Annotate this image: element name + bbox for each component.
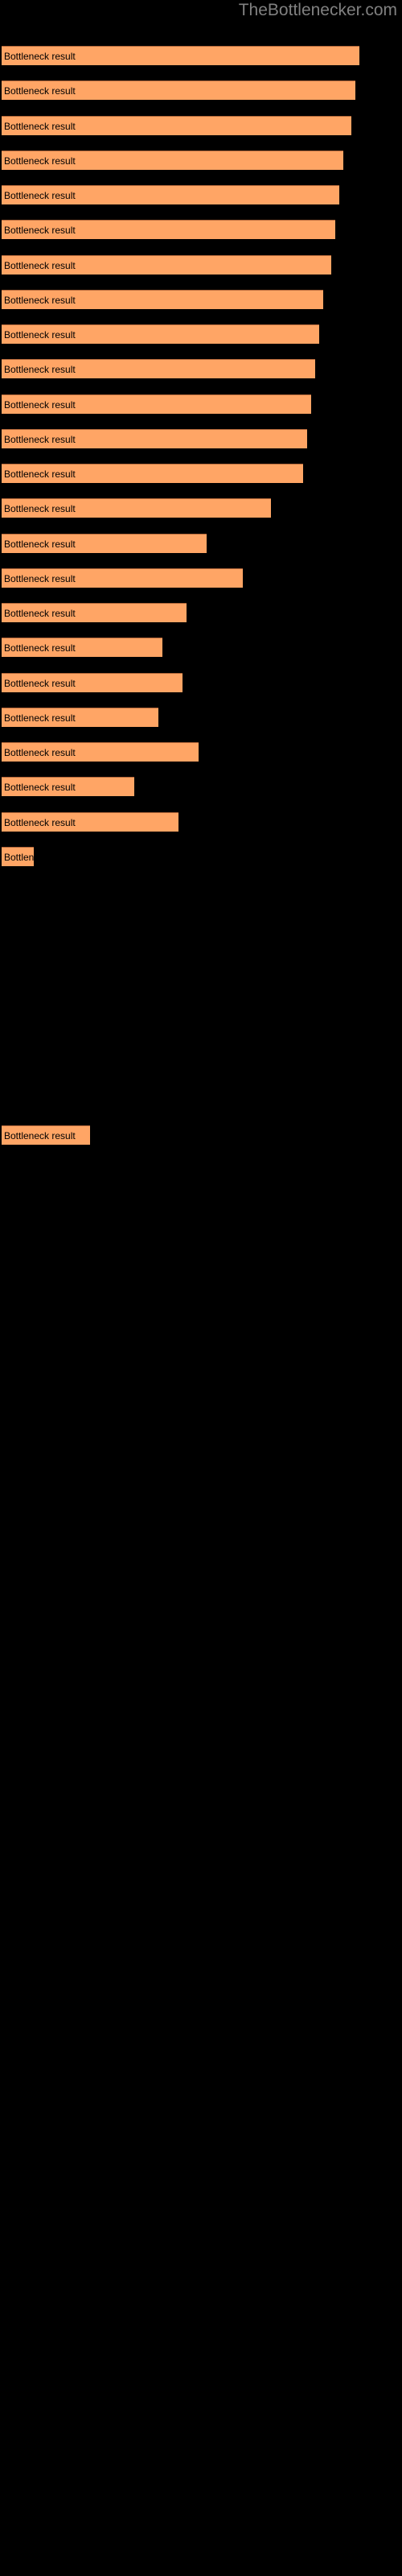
bar: Bottleneck result — [2, 290, 323, 309]
bar-label: Bottleneck result — [4, 433, 76, 445]
bar-label: Bottleneck result — [4, 712, 76, 724]
bar-label: Bottleneck result — [4, 607, 76, 619]
bars-layer: Bottleneck result Bottleneck result Bottle… — [0, 0, 402, 2576]
bar: Bottleneck result — [2, 151, 343, 170]
bar: Bottleneck result — [2, 708, 158, 727]
bar: Bottleneck result — [2, 568, 243, 588]
bar-label: Bottleneck result — [4, 120, 76, 132]
bar: Bottleneck result — [2, 429, 307, 448]
bar-label: Bottleneck result — [4, 1129, 76, 1141]
bar-label: Bottleneck result — [4, 572, 76, 584]
bar-label: Bottleneck result — [4, 155, 76, 167]
bar: Bottleneck result — [2, 742, 199, 762]
bar: Bottleneck result — [2, 1125, 90, 1145]
bar-label: Bottleneck result — [4, 746, 76, 758]
bottleneck-bar-chart: TheBottlenecker.com Bottleneck result Bot… — [0, 0, 402, 2576]
bar-label: Bottleneck result — [4, 502, 76, 514]
bar-label: Bottleneck result — [4, 538, 76, 550]
bar: Bottleneck result — [2, 359, 315, 378]
bar: Bottleneck result — [2, 324, 319, 344]
bar: Bottleneck result — [2, 534, 207, 553]
bar: Bottleneck result — [2, 255, 331, 275]
bar: Bottleneck result — [2, 464, 303, 483]
bar-label: Bottleneck result — [4, 294, 76, 306]
bar-label: Bottleneck result — [4, 224, 76, 236]
bar-label: Bottleneck result — [4, 398, 76, 411]
bar: Bottleneck result — [2, 673, 183, 692]
bar: Bottleneck result — [2, 777, 134, 796]
bar: Bottleneck result — [2, 80, 355, 100]
bar-label: Bottleneck result — [4, 363, 76, 375]
bar-label: Bottleneck result — [4, 189, 76, 201]
bar-label: Bottleneck result — [4, 259, 76, 271]
bar: Bottleneck result — [2, 220, 335, 239]
bar: Bottleneck result — [2, 603, 187, 622]
bar: Bottleneck result — [2, 394, 311, 414]
bar-label: Bottleneck result — [4, 851, 34, 863]
bar: Bottleneck result — [2, 847, 34, 866]
bar-label: Bottleneck result — [4, 816, 76, 828]
bar: Bottleneck result — [2, 116, 351, 135]
bar-label: Bottleneck result — [4, 642, 76, 654]
bar: Bottleneck result — [2, 46, 359, 65]
bar: Bottleneck result — [2, 638, 162, 657]
bar: Bottleneck result — [2, 812, 178, 832]
bar-label: Bottleneck result — [4, 468, 76, 480]
bar: Bottleneck result — [2, 185, 339, 204]
bar-label: Bottleneck result — [4, 328, 76, 341]
bar-label: Bottleneck result — [4, 677, 76, 689]
bar-label: Bottleneck result — [4, 781, 76, 793]
bar-label: Bottleneck result — [4, 85, 76, 97]
bar: Bottleneck result — [2, 498, 271, 518]
bar-label: Bottleneck result — [4, 50, 76, 62]
